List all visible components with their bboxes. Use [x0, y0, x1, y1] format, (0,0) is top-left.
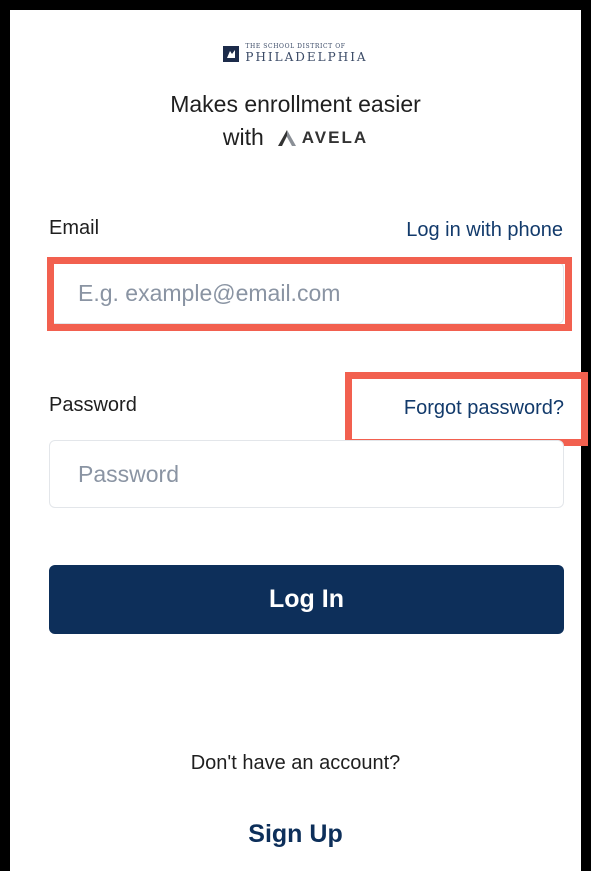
email-input[interactable] [49, 262, 564, 324]
log-in-with-phone-link[interactable]: Log in with phone [406, 219, 563, 242]
log-in-button[interactable]: Log In [49, 565, 564, 634]
district-logo: THE SCHOOL DISTRICT OF PHILADELPHIA [0, 44, 591, 63]
tagline-with: with [222, 124, 264, 150]
forgot-password-link[interactable]: Forgot password? [404, 397, 564, 420]
avela-logo: AVELA [276, 121, 368, 154]
tagline-line2: with AVELA [0, 121, 591, 154]
school-district-logo-icon [223, 45, 240, 62]
district-name-text: PHILADELPHIA [245, 50, 368, 64]
avela-logo-icon [277, 129, 296, 146]
email-label: Email [49, 217, 100, 239]
tagline: Makes enrollment easier with AVELA [0, 88, 591, 154]
avela-logo-text: AVELA [301, 128, 369, 147]
sign-up-link[interactable]: Sign Up [0, 820, 591, 849]
password-label: Password [49, 394, 137, 416]
tagline-line1: Makes enrollment easier [170, 91, 421, 117]
district-logo-text: THE SCHOOL DISTRICT OF PHILADELPHIA [245, 44, 368, 64]
password-input[interactable] [49, 440, 564, 508]
no-account-text: Don't have an account? [190, 752, 401, 774]
